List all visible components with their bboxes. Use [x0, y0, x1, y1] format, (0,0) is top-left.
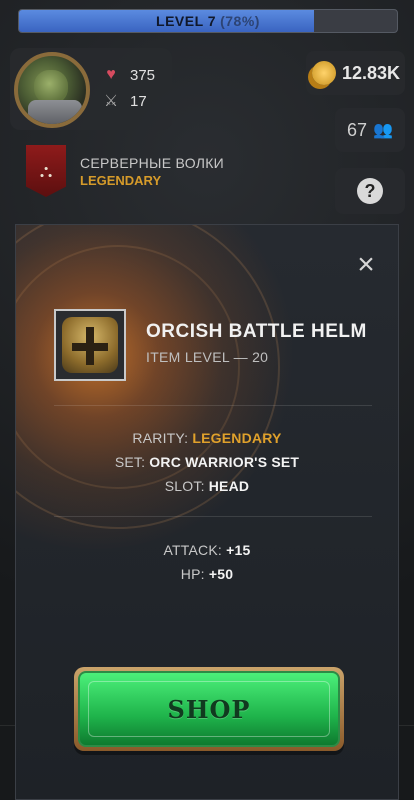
- shop-button-frame: SHOP: [74, 667, 344, 751]
- level-percent: (78%): [220, 13, 260, 29]
- attack-value: +15: [226, 542, 251, 558]
- close-icon[interactable]: ×: [352, 250, 380, 280]
- shop-button-label: SHOP: [167, 694, 251, 724]
- help-icon: ?: [357, 178, 383, 204]
- player-hp-stat: ♥ 375: [102, 66, 155, 84]
- attack-label: ATTACK:: [163, 542, 222, 558]
- avatar-armor: [28, 100, 82, 124]
- attack-row: ATTACK: +15: [16, 542, 398, 558]
- rarity-value: LEGENDARY: [192, 430, 282, 446]
- item-level: ITEM LEVEL — 20: [146, 349, 269, 365]
- crossed-swords-icon: ⚔: [103, 93, 119, 110]
- shop-button[interactable]: SHOP: [78, 671, 340, 747]
- helmet-icon: [62, 317, 118, 373]
- rarity-row: RARITY: LEGENDARY: [16, 430, 398, 446]
- player-attack-stat: ⚔ 17: [102, 92, 147, 111]
- friends-count: 67: [347, 119, 368, 140]
- heart-icon: ♥: [106, 66, 116, 83]
- item-icon-frame: [54, 309, 126, 381]
- rarity-label: RARITY:: [132, 430, 189, 446]
- set-label: SET:: [114, 454, 146, 470]
- gold-coins-icon: [312, 61, 336, 85]
- set-row: SET: ORC WARRIOR'S SET: [16, 454, 398, 470]
- hp-label: HP:: [180, 566, 205, 582]
- set-value: ORC WARRIOR'S SET: [149, 454, 300, 470]
- modal-divider-2: [54, 516, 372, 517]
- gold-balance[interactable]: 12.83K: [306, 51, 405, 95]
- player-card[interactable]: ♥ 375 ⚔ 17: [10, 48, 172, 130]
- slot-label: SLOT:: [164, 478, 205, 494]
- item-title: ORCISH BATTLE HELM: [146, 321, 367, 342]
- guild-texts: СЕРВЕРНЫЕ ВОЛКИ LEGENDARY: [80, 155, 224, 188]
- guild-name: СЕРВЕРНЫЕ ВОЛКИ: [80, 154, 225, 171]
- avatar-face: [34, 70, 68, 104]
- level-progress-bar: LEVEL 7 (78%): [18, 9, 398, 33]
- item-modal: × ORCISH BATTLE HELM ITEM LEVEL — 20 RAR…: [15, 224, 399, 800]
- slot-value: HEAD: [208, 478, 250, 494]
- guild-section[interactable]: ⛬ СЕРВЕРНЫЕ ВОЛКИ LEGENDARY: [26, 145, 224, 197]
- player-avatar[interactable]: [14, 52, 90, 128]
- slot-row: SLOT: HEAD: [16, 478, 398, 494]
- hp-value: +50: [208, 566, 234, 582]
- level-label: LEVEL 7: [156, 13, 217, 29]
- modal-divider-1: [54, 405, 372, 406]
- level-text: LEVEL 7 (78%): [19, 10, 397, 32]
- player-hp-value: 375: [130, 66, 156, 84]
- friends-button[interactable]: 67 👥: [335, 108, 405, 152]
- help-button[interactable]: ?: [335, 168, 405, 214]
- player-attack-value: 17: [130, 92, 147, 110]
- gold-value: 12.83K: [342, 62, 401, 83]
- hp-row: HP: +50: [16, 566, 398, 582]
- guild-rank: LEGENDARY: [80, 172, 162, 188]
- guild-banner-icon: ⛬: [26, 145, 66, 197]
- friends-icon: 👥: [373, 122, 393, 139]
